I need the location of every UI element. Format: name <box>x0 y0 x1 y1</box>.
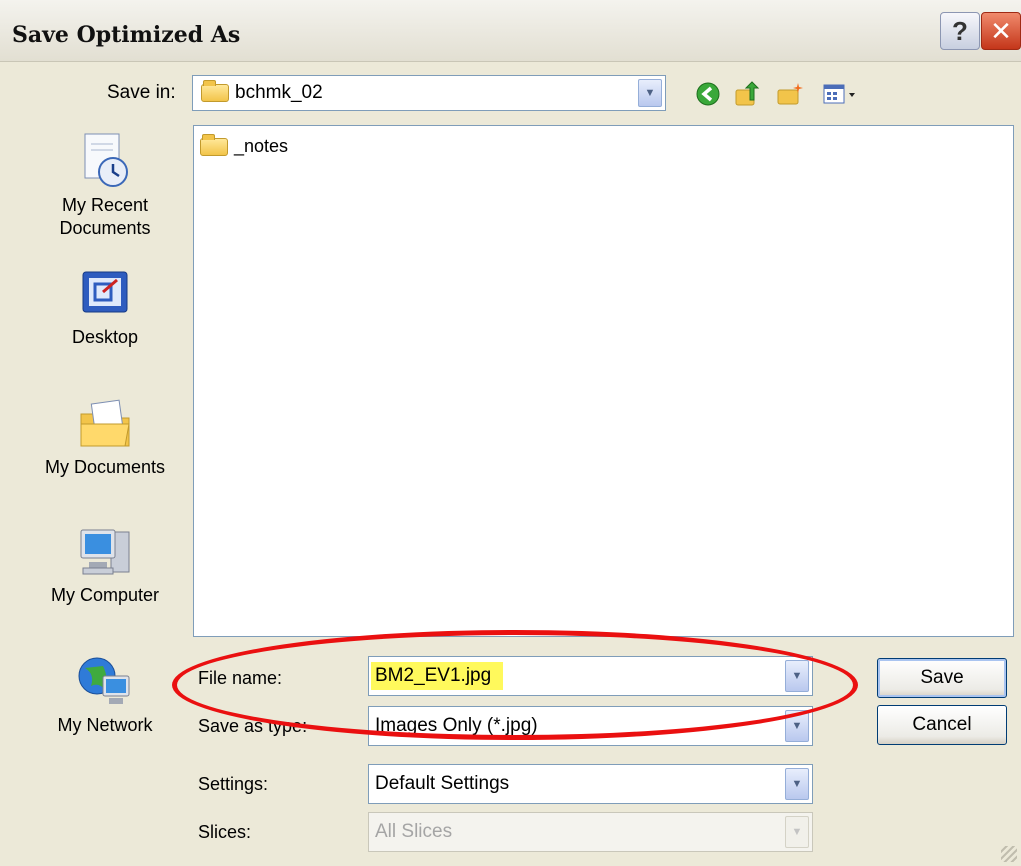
close-button[interactable]: ✕ <box>981 12 1021 50</box>
place-desktop[interactable]: Desktop <box>30 264 180 349</box>
place-label: My Computer <box>50 585 160 605</box>
place-label: My Recent Documents <box>59 195 151 238</box>
save-as-type-label: Save as type: <box>198 716 308 736</box>
slices-value: All Slices <box>375 821 453 842</box>
place-my-recent-documents[interactable]: My Recent Documents <box>30 132 180 240</box>
dialog-title: Save Optimized As <box>12 22 241 48</box>
save-button[interactable]: Save <box>877 658 1007 698</box>
list-item[interactable]: _notes <box>200 133 289 157</box>
slices-dropdown: All Slices ▼ <box>368 812 813 852</box>
chevron-down-icon[interactable]: ▼ <box>785 660 809 692</box>
file-list[interactable]: _notes <box>193 125 1014 637</box>
my-computer-icon <box>75 522 135 582</box>
desktop-icon <box>75 264 135 324</box>
file-name-value: BM2_EV1.jpg <box>371 662 504 690</box>
save-in-value: bchmk_02 <box>235 82 323 103</box>
place-label: My Network <box>57 715 153 735</box>
chevron-down-icon[interactable]: ▼ <box>638 79 662 107</box>
places-bar: My Recent Documents Desktop My Documents… <box>30 122 180 842</box>
place-label: My Documents <box>44 457 166 477</box>
chevron-down-icon[interactable]: ▼ <box>785 710 809 742</box>
settings-label: Settings: <box>198 774 269 794</box>
chevron-down-icon: ▼ <box>785 816 809 848</box>
save-as-type-value: Images Only (*.jpg) <box>375 715 538 736</box>
settings-dropdown[interactable]: Default Settings ▼ <box>368 764 813 804</box>
new-folder-icon[interactable] <box>776 80 804 108</box>
save-as-type-dropdown[interactable]: Images Only (*.jpg) ▼ <box>368 706 813 746</box>
help-button[interactable]: ? <box>940 12 980 50</box>
chevron-down-icon[interactable]: ▼ <box>785 768 809 800</box>
save-in-label: Save in: <box>107 82 176 103</box>
settings-value: Default Settings <box>375 773 510 794</box>
my-documents-icon <box>75 394 135 454</box>
save-in-dropdown[interactable]: bchmk_02 ▼ <box>192 75 666 111</box>
resize-grip[interactable] <box>1001 846 1017 862</box>
folder-icon <box>200 133 228 156</box>
cancel-button[interactable]: Cancel <box>877 705 1007 745</box>
place-my-documents[interactable]: My Documents <box>30 394 180 479</box>
file-name-field[interactable]: BM2_EV1.jpg ▼ <box>368 656 813 696</box>
slices-label: Slices: <box>198 822 252 842</box>
save-optimized-as-dialog: Save Optimized As ? ✕ Save in: bchmk_02 … <box>0 0 1021 866</box>
file-name: _notes <box>234 136 289 156</box>
recent-documents-icon <box>75 132 135 192</box>
place-label: Desktop <box>71 327 139 347</box>
back-icon[interactable] <box>694 80 722 108</box>
place-my-computer[interactable]: My Computer <box>30 522 180 607</box>
up-folder-icon[interactable] <box>733 80 761 108</box>
folder-icon <box>201 80 229 102</box>
views-menu-icon[interactable] <box>820 80 862 108</box>
my-network-icon <box>75 652 135 712</box>
title-bar[interactable]: Save Optimized As ? ✕ <box>0 0 1021 62</box>
file-name-label: File name: <box>198 668 283 688</box>
place-my-network[interactable]: My Network <box>30 652 180 737</box>
